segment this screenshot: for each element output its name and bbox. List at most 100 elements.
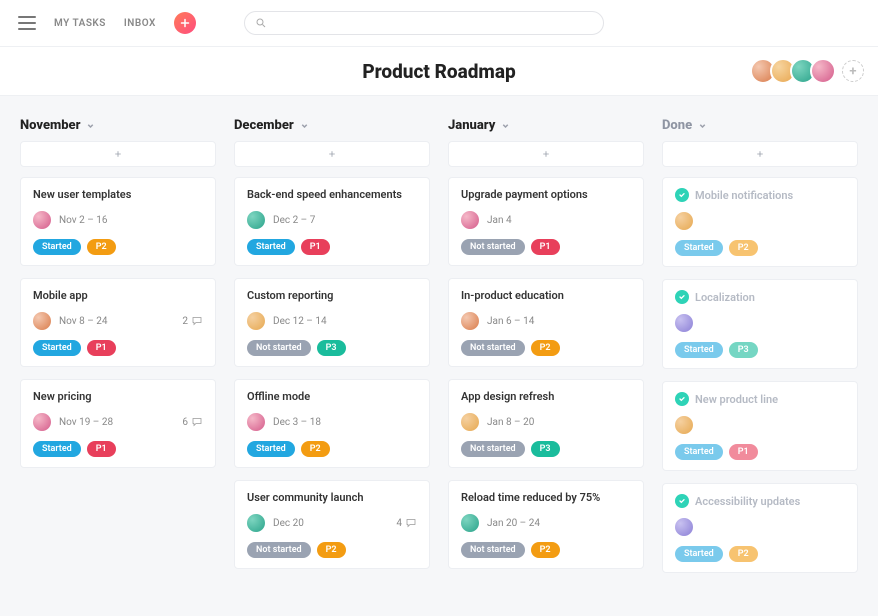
priority-pill[interactable]: P1 bbox=[87, 441, 116, 457]
card-meta: Dec 2 – 7 bbox=[247, 211, 417, 229]
member-avatar[interactable] bbox=[810, 58, 836, 84]
priority-pill[interactable]: P2 bbox=[317, 542, 346, 558]
status-pill[interactable]: Not started bbox=[461, 239, 525, 255]
task-card[interactable]: Accessibility updatesStartedP2 bbox=[662, 483, 858, 573]
assignee-avatar[interactable] bbox=[33, 413, 51, 431]
task-card[interactable]: New user templatesNov 2 – 16StartedP2 bbox=[20, 177, 216, 266]
assignee-avatar[interactable] bbox=[247, 413, 265, 431]
status-pill[interactable]: Started bbox=[33, 340, 81, 356]
comments-count[interactable]: 4 bbox=[396, 517, 417, 529]
assignee-avatar[interactable] bbox=[675, 416, 693, 434]
tag-row: Started P1 bbox=[675, 444, 845, 460]
card-title: Reload time reduced by 75% bbox=[461, 491, 631, 504]
comment-icon bbox=[191, 315, 203, 327]
add-card-button[interactable] bbox=[234, 141, 430, 167]
add-member-button[interactable]: + bbox=[842, 60, 864, 82]
priority-pill[interactable]: P1 bbox=[87, 340, 116, 356]
comment-icon bbox=[191, 416, 203, 428]
comment-icon bbox=[405, 517, 417, 529]
tag-row: Not started P3 bbox=[461, 441, 631, 457]
column-title: Done bbox=[662, 118, 692, 133]
status-pill[interactable]: Not started bbox=[247, 542, 311, 558]
priority-pill[interactable]: P1 bbox=[531, 239, 560, 255]
status-pill[interactable]: Started bbox=[675, 240, 723, 256]
task-card[interactable]: User community launchDec 204Not startedP… bbox=[234, 480, 430, 569]
comments-count[interactable]: 6 bbox=[182, 416, 203, 428]
status-pill[interactable]: Started bbox=[247, 239, 295, 255]
priority-pill[interactable]: P3 bbox=[729, 342, 758, 358]
priority-pill[interactable]: P2 bbox=[531, 340, 560, 356]
assignee-avatar[interactable] bbox=[461, 211, 479, 229]
assignee-avatar[interactable] bbox=[247, 211, 265, 229]
tag-row: Started P1 bbox=[33, 441, 203, 457]
assignee-avatar[interactable] bbox=[675, 518, 693, 536]
card-meta: Dec 3 – 18 bbox=[247, 413, 417, 431]
card-date: Jan 8 – 20 bbox=[487, 417, 534, 428]
task-card[interactable]: Back-end speed enhancementsDec 2 – 7Star… bbox=[234, 177, 430, 266]
task-card[interactable]: LocalizationStartedP3 bbox=[662, 279, 858, 369]
status-pill[interactable]: Not started bbox=[461, 441, 525, 457]
assignee-avatar[interactable] bbox=[247, 312, 265, 330]
task-card[interactable]: In-product educationJan 6 – 14Not starte… bbox=[448, 278, 644, 367]
card-date: Dec 2 – 7 bbox=[273, 215, 315, 226]
column-header[interactable]: January bbox=[448, 118, 644, 133]
add-card-button[interactable] bbox=[448, 141, 644, 167]
priority-pill[interactable]: P1 bbox=[301, 239, 330, 255]
card-date: Jan 20 – 24 bbox=[487, 518, 540, 529]
search-input[interactable] bbox=[244, 11, 604, 35]
column-header[interactable]: November bbox=[20, 118, 216, 133]
add-card-button[interactable] bbox=[662, 141, 858, 167]
member-avatars: + bbox=[756, 58, 864, 84]
assignee-avatar[interactable] bbox=[461, 312, 479, 330]
search-field[interactable] bbox=[273, 17, 593, 29]
priority-pill[interactable]: P3 bbox=[531, 441, 560, 457]
status-pill[interactable]: Started bbox=[33, 441, 81, 457]
assignee-avatar[interactable] bbox=[675, 314, 693, 332]
status-pill[interactable]: Not started bbox=[461, 542, 525, 558]
status-pill[interactable]: Started bbox=[675, 444, 723, 460]
chevron-down-icon bbox=[698, 121, 707, 130]
priority-pill[interactable]: P2 bbox=[729, 240, 758, 256]
task-card[interactable]: New pricingNov 19 – 286StartedP1 bbox=[20, 379, 216, 468]
status-pill[interactable]: Not started bbox=[247, 340, 311, 356]
board: NovemberNew user templatesNov 2 – 16Star… bbox=[0, 96, 878, 599]
task-card[interactable]: Upgrade payment optionsJan 4Not startedP… bbox=[448, 177, 644, 266]
task-card[interactable]: Offline modeDec 3 – 18StartedP2 bbox=[234, 379, 430, 468]
task-card[interactable]: App design refreshJan 8 – 20Not startedP… bbox=[448, 379, 644, 468]
status-pill[interactable]: Started bbox=[675, 546, 723, 562]
column-header[interactable]: Done bbox=[662, 118, 858, 133]
status-pill[interactable]: Started bbox=[33, 239, 81, 255]
task-card[interactable]: Mobile appNov 8 – 242StartedP1 bbox=[20, 278, 216, 367]
assignee-avatar[interactable] bbox=[675, 212, 693, 230]
page-title: Product Roadmap bbox=[0, 60, 878, 83]
priority-pill[interactable]: P2 bbox=[531, 542, 560, 558]
nav-my-tasks[interactable]: MY TASKS bbox=[54, 18, 106, 29]
status-pill[interactable]: Started bbox=[247, 441, 295, 457]
priority-pill[interactable]: P1 bbox=[729, 444, 758, 460]
priority-pill[interactable]: P3 bbox=[317, 340, 346, 356]
tag-row: Started P2 bbox=[675, 546, 845, 562]
comments-count[interactable]: 2 bbox=[182, 315, 203, 327]
priority-pill[interactable]: P2 bbox=[87, 239, 116, 255]
column-header[interactable]: December bbox=[234, 118, 430, 133]
task-card[interactable]: Custom reportingDec 12 – 14Not startedP3 bbox=[234, 278, 430, 367]
assignee-avatar[interactable] bbox=[461, 514, 479, 532]
assignee-avatar[interactable] bbox=[461, 413, 479, 431]
priority-pill[interactable]: P2 bbox=[729, 546, 758, 562]
status-pill[interactable]: Started bbox=[675, 342, 723, 358]
card-meta: Jan 20 – 24 bbox=[461, 514, 631, 532]
priority-pill[interactable]: P2 bbox=[301, 441, 330, 457]
nav-inbox[interactable]: INBOX bbox=[124, 18, 156, 29]
task-card[interactable]: New product lineStartedP1 bbox=[662, 381, 858, 471]
task-card[interactable]: Mobile notificationsStartedP2 bbox=[662, 177, 858, 267]
task-card[interactable]: Reload time reduced by 75% Jan 20 – 24 Not… bbox=[448, 480, 644, 569]
assignee-avatar[interactable] bbox=[247, 514, 265, 532]
check-icon bbox=[675, 290, 689, 304]
menu-icon[interactable] bbox=[18, 16, 36, 30]
assignee-avatar[interactable] bbox=[33, 312, 51, 330]
status-pill[interactable]: Not started bbox=[461, 340, 525, 356]
add-button[interactable] bbox=[174, 12, 196, 34]
assignee-avatar[interactable] bbox=[33, 211, 51, 229]
add-card-button[interactable] bbox=[20, 141, 216, 167]
column-title: December bbox=[234, 118, 294, 133]
